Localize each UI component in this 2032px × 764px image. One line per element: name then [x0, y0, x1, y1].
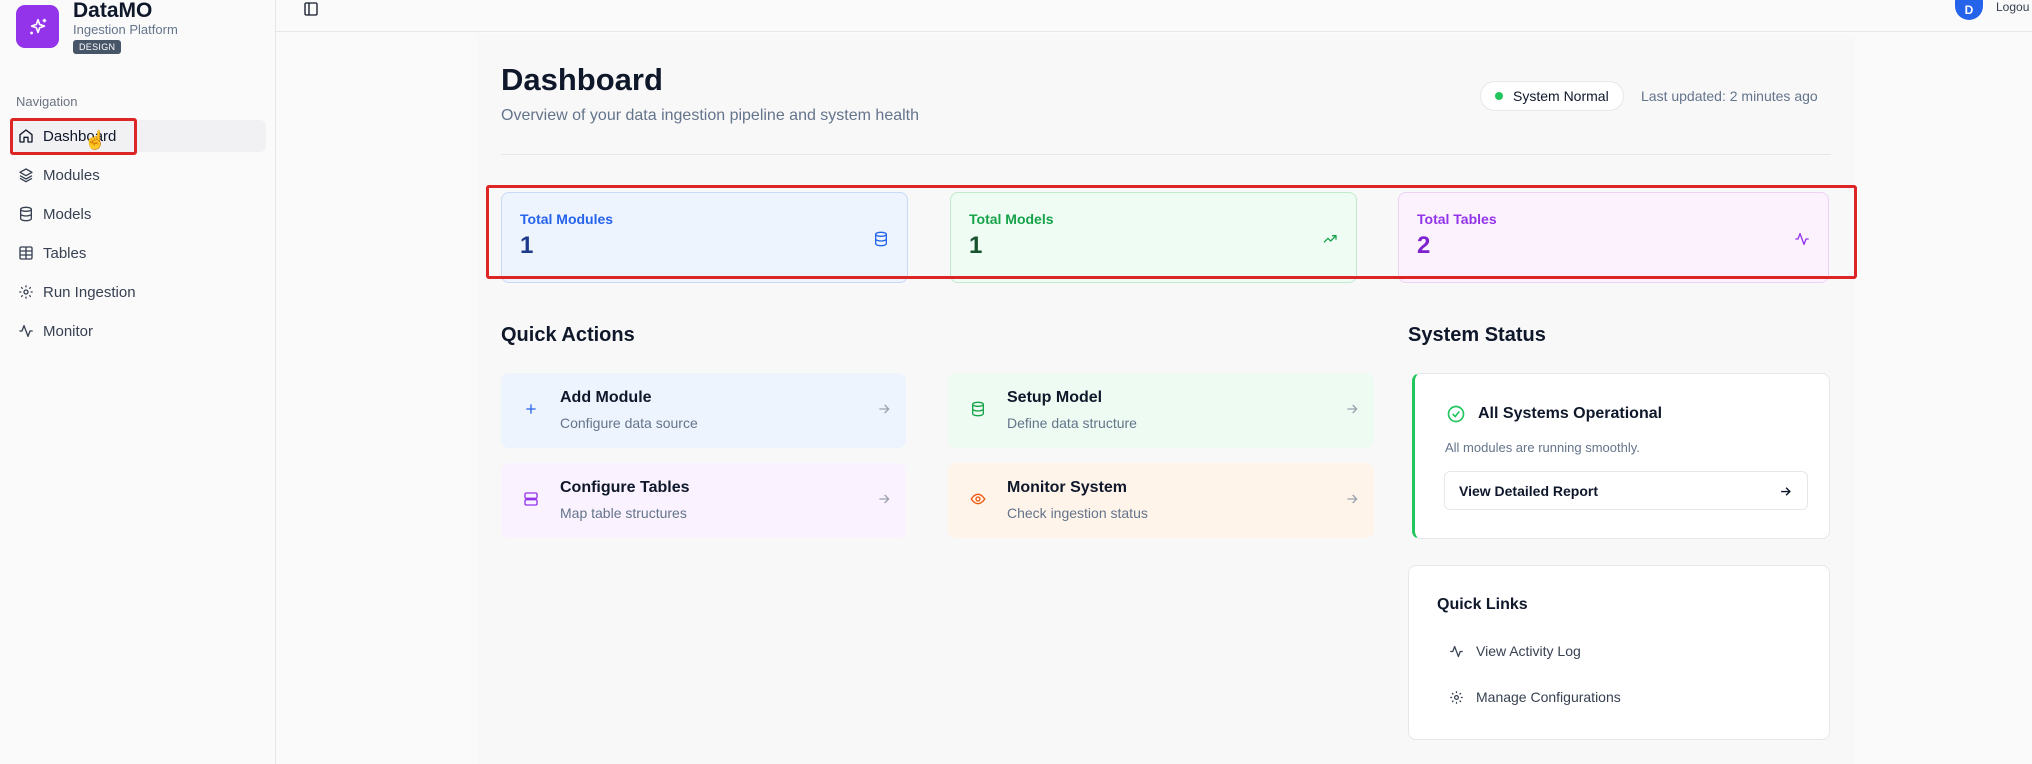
link-label: Manage Configurations	[1476, 689, 1621, 705]
action-title: Configure Tables	[560, 479, 690, 496]
page-subtitle: Overview of your data ingestion pipeline…	[501, 107, 920, 124]
sidebar-item-label: Monitor	[43, 322, 94, 340]
arrow-right-icon	[1781, 487, 1791, 496]
eye-icon	[970, 493, 986, 505]
gear-icon	[1450, 690, 1463, 704]
sidebar-item-tables[interactable]: Tables	[10, 237, 266, 269]
sidebar-item-models[interactable]: Models	[10, 198, 266, 230]
arrow-right-icon	[1347, 494, 1358, 504]
env-badge: DESIGN	[73, 40, 122, 54]
action-desc: Configure data source	[560, 415, 698, 431]
status-card-desc: All modules are running smoothly.	[1445, 440, 1640, 455]
status-card-title: All Systems Operational	[1478, 405, 1663, 422]
status-badge-label: System Normal	[1513, 88, 1609, 104]
system-status-title: System Status	[1408, 324, 1546, 346]
monitor-system-button[interactable]: Monitor System Check ingestion status	[948, 463, 1374, 538]
add-module-button[interactable]: Add Module Configure data source	[501, 373, 906, 448]
status-dot-icon	[1495, 92, 1503, 100]
sidebar-nav: Dashboard ☝ Modules Models Tables Run In…	[10, 118, 266, 354]
action-title: Setup Model	[1007, 389, 1103, 406]
page-title: Dashboard	[501, 62, 663, 97]
database-icon	[20, 206, 32, 222]
action-desc: Check ingestion status	[1007, 505, 1148, 521]
quick-links-title: Quick Links	[1437, 596, 1528, 613]
last-updated: Last updated: 2 minutes ago	[1641, 88, 1818, 104]
server-icon	[524, 492, 538, 506]
sidebar-item-modules[interactable]: Modules	[10, 159, 266, 191]
sidebar-item-label: Run Ingestion	[43, 283, 136, 301]
brand-subtitle: Ingestion Platform	[73, 22, 178, 37]
action-desc: Map table structures	[560, 505, 687, 521]
database-icon	[972, 401, 984, 417]
plus-icon	[526, 404, 536, 414]
highlight-box	[10, 118, 137, 155]
quick-links-card: Quick Links View Activity Log Manage Con…	[1408, 565, 1830, 740]
layers-icon	[19, 168, 33, 183]
arrow-right-icon	[1347, 404, 1358, 414]
manage-configurations-link[interactable]: Manage Configurations	[1449, 689, 1621, 705]
sidebar-item-monitor[interactable]: Monitor	[10, 315, 266, 347]
sidebar-item-label: Modules	[43, 166, 100, 184]
highlight-box	[486, 185, 1857, 279]
divider	[501, 154, 1831, 155]
logout-button[interactable]: Logou	[1996, 0, 2029, 14]
action-title: Monitor System	[1007, 479, 1128, 496]
sidebar-toggle-icon[interactable]	[302, 1, 320, 17]
system-status-card: All Systems Operational All modules are …	[1412, 373, 1830, 539]
activity-icon	[1450, 645, 1463, 657]
check-circle-icon	[1447, 405, 1465, 423]
setup-model-button[interactable]: Setup Model Define data structure	[948, 373, 1374, 448]
status-badge: System Normal	[1480, 81, 1624, 111]
sidebar-item-dashboard[interactable]: Dashboard ☝	[10, 118, 266, 155]
sidebar-item-label: Tables	[43, 244, 87, 262]
brand-title: DataMO	[73, 0, 153, 22]
arrow-right-icon	[879, 494, 890, 504]
hand-cursor-icon: ☝	[84, 130, 107, 150]
table-icon	[19, 246, 33, 260]
sidebar-item-label: Models	[43, 205, 92, 223]
view-activity-log-link[interactable]: View Activity Log	[1449, 643, 1581, 659]
sidebar: DataMO Ingestion Platform DESIGN Navigat…	[0, 0, 276, 764]
brand[interactable]: DataMO Ingestion Platform DESIGN	[16, 0, 178, 55]
sparkles-icon	[16, 5, 59, 48]
action-desc: Define data structure	[1007, 415, 1137, 431]
configure-tables-button[interactable]: Configure Tables Map table structures	[501, 463, 906, 538]
view-detailed-report-button[interactable]: View Detailed Report	[1444, 471, 1808, 510]
nav-section-label: Navigation	[16, 94, 78, 109]
topbar	[276, 0, 2032, 32]
main-content: Dashboard Overview of your data ingestio…	[477, 34, 1857, 764]
arrow-right-icon	[879, 404, 890, 414]
sidebar-item-run-ingestion[interactable]: Run Ingestion	[10, 276, 266, 308]
link-label: View Activity Log	[1476, 643, 1581, 659]
activity-icon	[19, 325, 33, 337]
gear-icon	[19, 285, 33, 299]
quick-actions-title: Quick Actions	[501, 324, 635, 346]
action-title: Add Module	[560, 389, 652, 406]
button-label: View Detailed Report	[1459, 482, 1599, 499]
